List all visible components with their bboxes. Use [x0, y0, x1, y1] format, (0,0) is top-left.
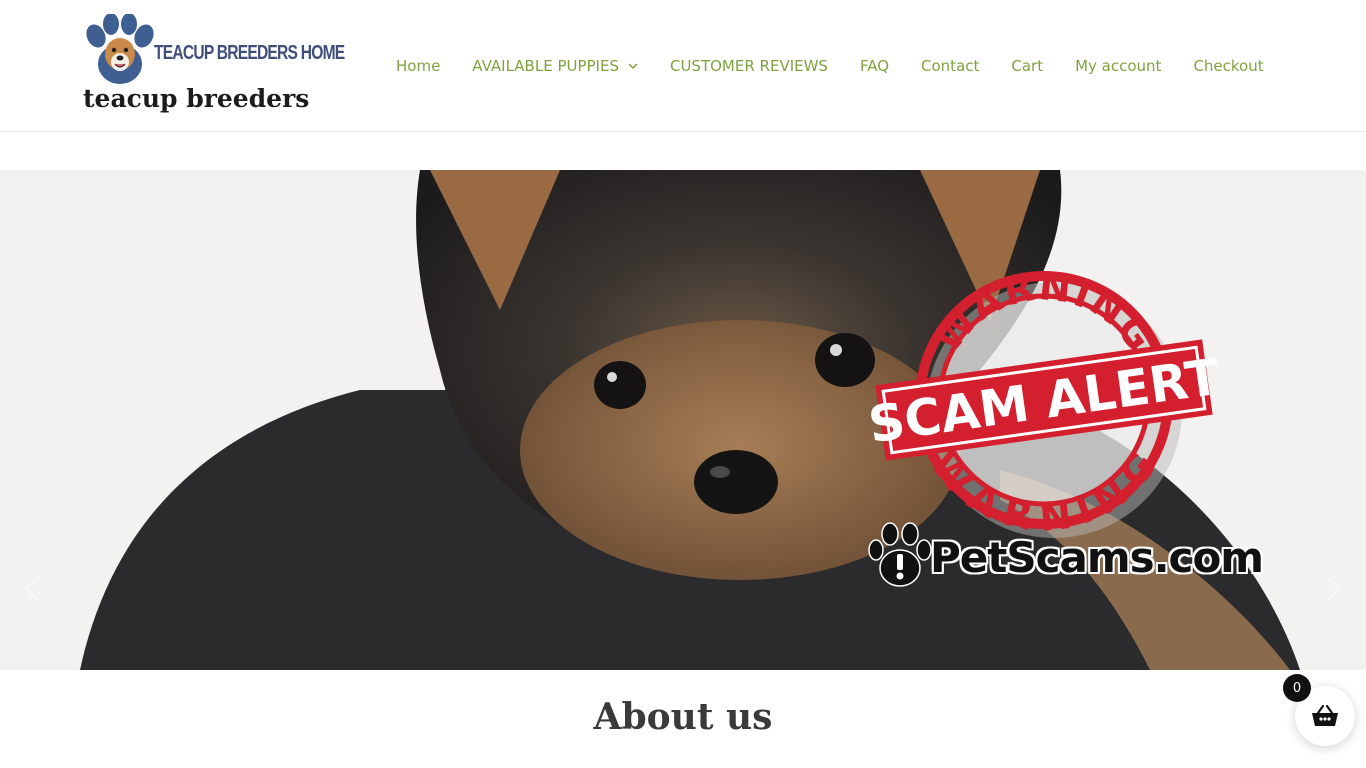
- nav-label: My account: [1075, 57, 1162, 75]
- nav-label: FAQ: [859, 57, 890, 75]
- main-nav: Home AVAILABLE PUPPIES CUSTOMER REVIEWS …: [380, 54, 1280, 78]
- nav-label: Home: [396, 57, 441, 75]
- nav-customer-reviews[interactable]: CUSTOMER REVIEWS: [654, 57, 844, 75]
- nav-label: AVAILABLE PUPPIES: [472, 57, 619, 75]
- nav-contact[interactable]: Contact: [905, 57, 995, 75]
- paw-warning-icon: [868, 522, 932, 587]
- stamp-top-text: WARNING: [925, 264, 1163, 360]
- basket-icon: [1312, 704, 1338, 726]
- site-title[interactable]: teacup breeders: [83, 84, 309, 113]
- nav-available-puppies[interactable]: AVAILABLE PUPPIES: [456, 57, 654, 75]
- site-logo[interactable]: TEACUP BREEDERS HOME: [84, 13, 345, 86]
- nav-label: Checkout: [1193, 57, 1264, 75]
- stamp-text-layer: WARNING WARNING SCAM ALERT: [865, 264, 1223, 587]
- stamp-middle-text: SCAM ALERT: [865, 348, 1223, 455]
- chevron-down-icon: [628, 63, 638, 70]
- dog-paw-logo-icon: [86, 13, 154, 84]
- nav-home[interactable]: Home: [380, 57, 456, 75]
- chevron-left-icon[interactable]: [18, 574, 48, 604]
- nav-label: Cart: [1011, 57, 1044, 75]
- nav-cart[interactable]: Cart: [995, 57, 1059, 75]
- stamp-bottom-text: WARNING: [922, 442, 1166, 540]
- logo-text: TEACUP BREEDERS HOME: [154, 42, 345, 64]
- nav-label: CUSTOMER REVIEWS: [669, 57, 828, 75]
- nav-label: Contact: [921, 57, 980, 75]
- cart-count-badge: 0: [1283, 674, 1311, 702]
- chevron-right-icon[interactable]: [1318, 574, 1348, 604]
- petscams-watermark: PetScams.com: [930, 533, 1264, 582]
- nav-my-account[interactable]: My account: [1059, 57, 1177, 75]
- nav-faq[interactable]: FAQ: [844, 57, 905, 75]
- hero-slider: WARNING WARNING SCAM ALERT: [0, 170, 1366, 670]
- site-header: TEACUP BREEDERS HOME teacup breeders Hom…: [0, 0, 1366, 132]
- about-heading: About us: [593, 696, 773, 738]
- nav-checkout[interactable]: Checkout: [1177, 57, 1279, 75]
